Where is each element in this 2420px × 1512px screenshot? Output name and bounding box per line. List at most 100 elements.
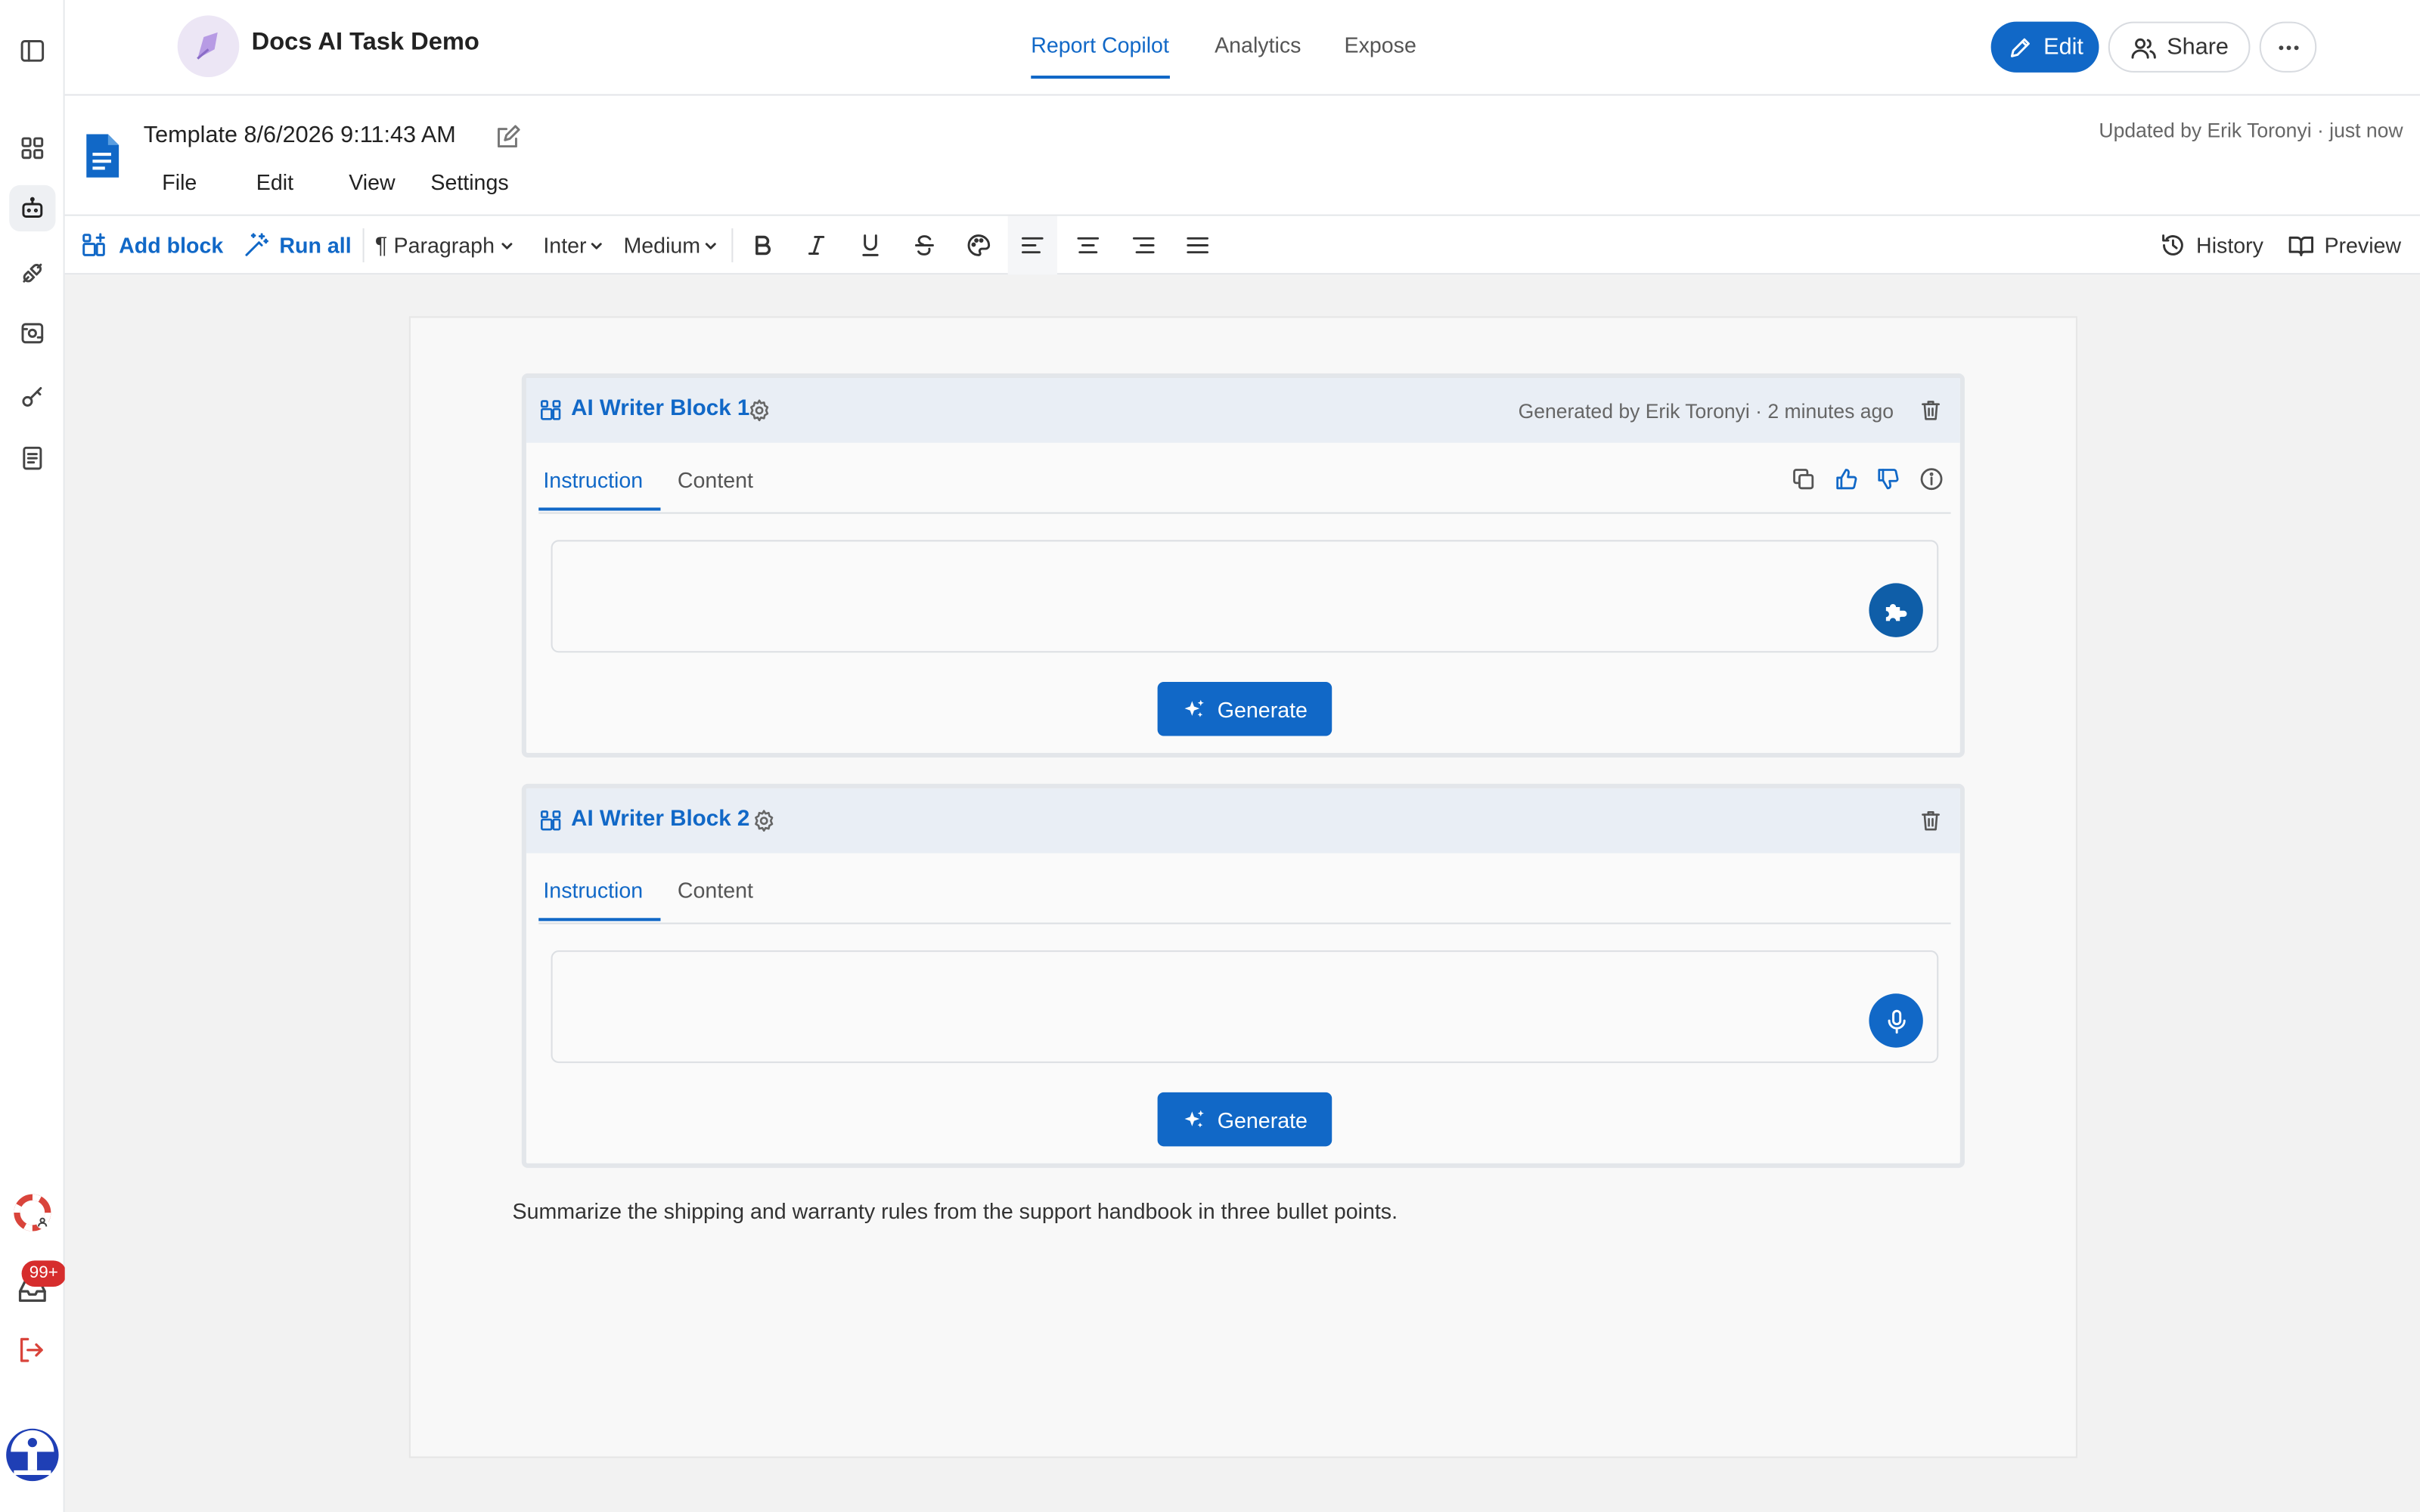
dashboard-grid-icon[interactable] <box>9 125 55 171</box>
font-weight-value: Medium <box>623 233 701 258</box>
document-list-icon[interactable] <box>9 435 55 482</box>
pilcrow-icon: ¶ <box>374 232 388 259</box>
share-button-label: Share <box>2167 33 2229 60</box>
tab-content[interactable]: Content <box>678 878 753 903</box>
document-page: AI Writer Block 1 Generated by Erik Toro… <box>410 318 2076 1457</box>
left-rail: 99+ <box>0 0 67 1512</box>
plug-icon[interactable] <box>9 250 55 296</box>
menu-file[interactable]: File <box>162 169 197 194</box>
block-icon <box>538 808 563 833</box>
italic-icon[interactable] <box>802 216 830 275</box>
trash-icon[interactable] <box>1919 808 1944 833</box>
add-block-label: Add block <box>119 233 224 258</box>
copy-icon[interactable] <box>1790 466 1817 492</box>
bot-icon[interactable] <box>9 184 56 232</box>
bold-icon[interactable] <box>749 216 777 275</box>
align-justify-icon[interactable] <box>1184 216 1212 275</box>
tab-expose[interactable]: Expose <box>1345 33 1416 57</box>
share-button[interactable]: Share <box>2108 21 2251 73</box>
tab-content[interactable]: Content <box>678 467 753 492</box>
chevron-down-icon <box>502 242 513 249</box>
instruction-input[interactable] <box>551 540 1939 653</box>
block-title: AI Writer Block 1 <box>571 396 750 422</box>
ai-writer-block: AI Writer Block 2 Instruction Content Ge… <box>521 783 1965 1168</box>
block-title: AI Writer Block 2 <box>571 807 750 832</box>
sparkles-icon <box>1184 699 1204 717</box>
preview-button[interactable]: Preview <box>2287 216 2401 275</box>
generate-button[interactable]: Generate <box>1157 1092 1333 1147</box>
paragraph-text[interactable]: Summarize the shipping and warranty rule… <box>513 1199 1398 1224</box>
tab-instruction[interactable]: Instruction <box>543 467 643 492</box>
microphone-icon <box>1887 1009 1905 1033</box>
block-meta: Generated by Erik Toronyi · 2 minutes ag… <box>1518 399 1894 423</box>
align-left-icon[interactable] <box>1007 215 1057 275</box>
thumbs-down-icon[interactable] <box>1876 466 1902 492</box>
top-header: Docs AI Task Demo Report Copilot Analyti… <box>64 0 2420 96</box>
microphone-button[interactable] <box>1869 993 1923 1048</box>
editor-canvas: AI Writer Block 1 Generated by Erik Toro… <box>64 274 2420 1512</box>
run-all-button[interactable]: Run all <box>242 216 352 275</box>
info-icon[interactable] <box>1919 466 1945 492</box>
document-header: Template 8/6/2026 9:11:43 AM File Edit V… <box>64 95 2420 216</box>
sparkles-icon <box>1184 1109 1204 1127</box>
edit-button[interactable]: Edit <box>1990 21 2099 73</box>
app-name: Docs AI Task Demo <box>251 29 479 56</box>
more-button[interactable] <box>2259 21 2317 73</box>
plugin-icon <box>1885 603 1907 621</box>
more-horizontal-icon <box>2278 45 2298 50</box>
block-header: AI Writer Block 2 <box>526 788 1960 854</box>
align-center-icon[interactable] <box>1074 216 1102 275</box>
logout-icon[interactable] <box>15 1334 46 1365</box>
underline-icon[interactable] <box>857 216 885 275</box>
generate-label: Generate <box>1217 1107 1308 1132</box>
instruction-input[interactable] <box>551 950 1939 1064</box>
tab-analytics[interactable]: Analytics <box>1215 33 1301 57</box>
menu-settings[interactable]: Settings <box>430 169 508 194</box>
updated-status: Updated by Erik Toronyi · just now <box>2099 119 2403 142</box>
preview-label: Preview <box>2324 233 2402 258</box>
trash-icon[interactable] <box>1919 398 1944 423</box>
thumbs-up-icon[interactable] <box>1833 466 1860 492</box>
support-lifebuoy-icon[interactable] <box>12 1193 52 1233</box>
sidebar-toggle-icon[interactable] <box>9 28 55 74</box>
app-logo-icon <box>177 15 240 78</box>
block-icon <box>538 398 563 423</box>
pencil-icon <box>2011 37 2031 57</box>
font-weight-select[interactable]: Medium <box>623 216 717 275</box>
editor-toolbar: Add block Run all ¶ Paragraph Inter Medi… <box>64 215 2420 275</box>
avatar[interactable] <box>5 1427 60 1483</box>
users-icon <box>2131 37 2156 58</box>
book-open-icon <box>2288 236 2313 256</box>
menu-edit[interactable]: Edit <box>256 169 293 194</box>
paragraph-style-value: Paragraph <box>393 233 495 258</box>
run-all-label: Run all <box>279 233 352 258</box>
plugin-button[interactable] <box>1869 583 1923 637</box>
tab-report-copilot[interactable]: Report Copilot <box>1031 33 1169 79</box>
paragraph-style-select[interactable]: ¶ Paragraph <box>375 216 515 275</box>
document-title[interactable]: Template 8/6/2026 9:11:43 AM <box>144 122 456 148</box>
generate-button[interactable]: Generate <box>1157 682 1333 736</box>
menu-view[interactable]: View <box>349 169 395 194</box>
history-icon <box>2162 234 2183 256</box>
key-icon[interactable] <box>9 373 55 420</box>
settings-gear-icon[interactable] <box>752 808 777 833</box>
document-icon <box>83 133 120 179</box>
history-button[interactable]: History <box>2159 216 2263 275</box>
chevron-down-icon <box>705 242 716 249</box>
generate-label: Generate <box>1217 696 1308 722</box>
tab-instruction[interactable]: Instruction <box>543 878 643 903</box>
settings-gear-icon[interactable] <box>747 398 772 423</box>
font-family-select[interactable]: Inter <box>543 216 603 275</box>
notification-badge: 99+ <box>21 1260 67 1287</box>
add-block-button[interactable]: Add block <box>80 216 223 275</box>
ai-writer-block: AI Writer Block 1 Generated by Erik Toro… <box>521 373 1965 758</box>
strikethrough-icon[interactable] <box>911 216 939 275</box>
align-right-icon[interactable] <box>1130 216 1158 275</box>
rename-edit-icon[interactable] <box>494 123 522 151</box>
font-family-value: Inter <box>543 233 587 258</box>
history-label: History <box>2196 233 2263 258</box>
chevron-down-icon <box>591 242 602 249</box>
magic-wand-icon <box>245 233 268 256</box>
text-color-palette-icon[interactable] <box>965 216 993 275</box>
data-source-icon[interactable] <box>9 310 55 356</box>
